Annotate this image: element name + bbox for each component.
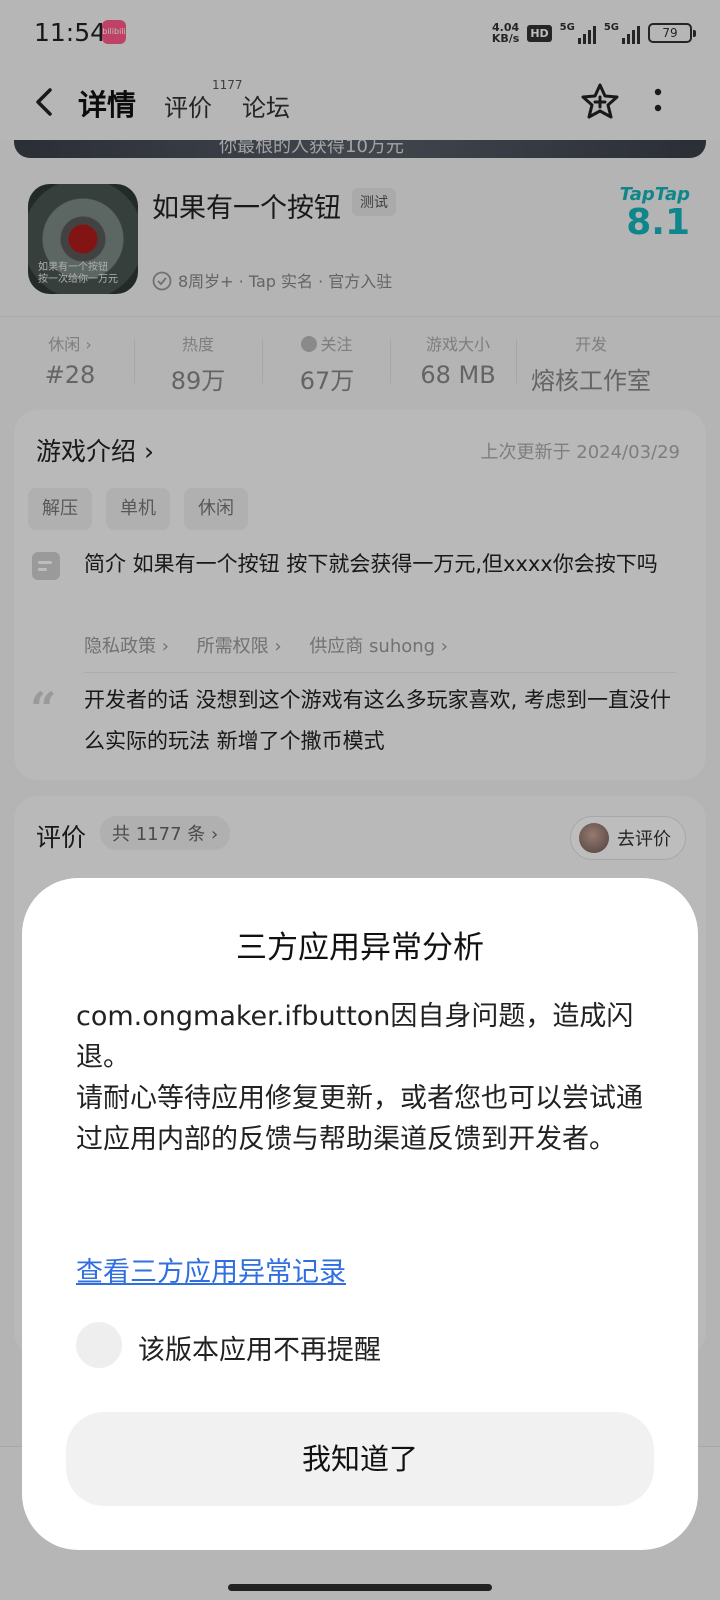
dont-remind-checkbox[interactable]	[76, 1322, 122, 1368]
dialog-body: com.ongmaker.ifbutton因自身问题，造成闪退。 请耐心等待应用…	[76, 1001, 643, 1155]
confirm-button[interactable]: 我知道了	[66, 1412, 654, 1506]
home-indicator[interactable]	[228, 1584, 492, 1591]
crash-records-link[interactable]: 查看三方应用异常记录	[76, 1250, 346, 1289]
dont-remind-label[interactable]: 该版本应用不再提醒	[138, 1328, 381, 1367]
dialog-title: 三方应用异常分析	[236, 930, 484, 966]
crash-dialog: 三方应用异常分析 com.ongmaker.ifbutton因自身问题，造成闪退…	[22, 878, 698, 1550]
